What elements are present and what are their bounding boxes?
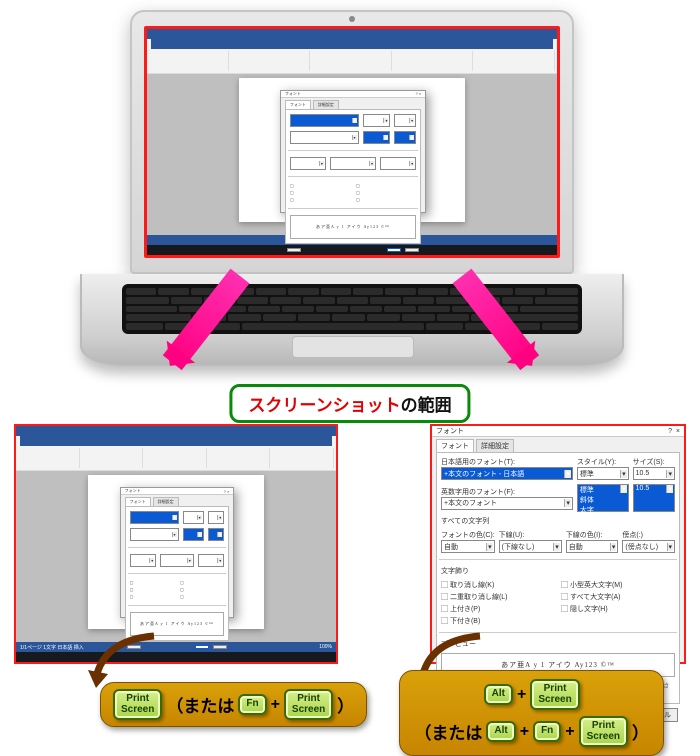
style-label: スタイル(Y): xyxy=(577,457,629,467)
chk-dstrike[interactable]: 二重取り消し線(L) xyxy=(441,592,555,602)
effects-label: 文字飾り xyxy=(441,566,675,576)
emphasis-select[interactable]: (傍点なし) xyxy=(622,540,675,553)
jp-font-label: 日本語用のフォント(T): xyxy=(441,457,573,467)
plus-icon: + xyxy=(271,696,280,714)
underline-color-select[interactable]: 自動 xyxy=(566,540,619,553)
laptop-screen-frame: フォント? × フォント詳細設定 xyxy=(130,10,574,274)
size-input[interactable]: 10.5 xyxy=(633,467,675,480)
key-printscreen: PrintScreen xyxy=(113,689,162,720)
plus-icon: + xyxy=(520,723,529,741)
size-list[interactable]: 10.5 xyxy=(633,484,675,512)
style-input[interactable]: 標準 xyxy=(577,467,629,480)
size-label: サイズ(S): xyxy=(633,457,675,467)
style-list[interactable]: 標準斜体太字 xyxy=(577,484,629,512)
dialog-titlebar: フォント ? × xyxy=(432,426,684,437)
underline-select[interactable]: (下線なし) xyxy=(499,540,562,553)
key-fn: Fn xyxy=(533,721,561,742)
font-dialog-thumb: フォント? × フォント詳細設定 xyxy=(280,90,426,213)
active-window-capture-result: フォント ? × フォント 詳細設定 日本語用のフォント(T): +本文のフォン… xyxy=(430,424,686,664)
key-alt: Alt xyxy=(486,721,515,742)
key-printscreen: PrintScreen xyxy=(284,689,333,720)
key-fn: Fn xyxy=(238,694,266,715)
font-color-select[interactable]: 自動 xyxy=(441,540,495,553)
figure-canvas: フォント? × フォント詳細設定 xyxy=(10,10,690,736)
window-controls[interactable]: ? × xyxy=(668,428,680,435)
chk-sub[interactable]: 下付き(B) xyxy=(441,616,555,626)
text-close: ） xyxy=(632,719,649,744)
chk-strike[interactable]: 取り消し線(K) xyxy=(441,580,555,590)
caption-rest: の範囲 xyxy=(401,396,452,415)
all-text-label: すべての文字列 xyxy=(441,516,675,526)
keycombo-fullscreen: PrintScreen （または Fn + PrintScreen ） xyxy=(100,682,367,727)
jp-font-select[interactable]: +本文のフォント - 日本語 xyxy=(441,467,573,480)
key-printscreen: PrintScreen xyxy=(579,716,628,747)
text-or-open: （または xyxy=(166,692,234,717)
tab-font[interactable]: フォント xyxy=(436,439,474,452)
caption-badge: スクリーンショットの範囲 xyxy=(229,384,470,423)
chk-super[interactable]: 上付き(P) xyxy=(441,604,555,614)
word-window-thumb: フォント? × フォント詳細設定 xyxy=(147,29,557,255)
plus-icon: + xyxy=(565,723,574,741)
western-font-label: 英数字用のフォント(F): xyxy=(441,487,573,497)
caption-highlight: スクリーンショット xyxy=(248,396,400,415)
tab-advanced[interactable]: 詳細設定 xyxy=(476,439,514,452)
chk-hidden[interactable]: 隠し文字(H) xyxy=(561,604,675,614)
text-or-open: （または xyxy=(414,719,482,744)
plus-icon: + xyxy=(517,686,526,704)
dialog-title: フォント xyxy=(436,426,464,436)
keycombo-activewindow: Alt + PrintScreen （または Alt + Fn + PrintS… xyxy=(399,670,664,756)
text-close: ） xyxy=(337,692,354,717)
chk-smallcaps[interactable]: 小型英大文字(M) xyxy=(561,580,675,590)
western-font-select[interactable]: +本文のフォント xyxy=(441,497,573,510)
fullscreen-capture-result: フォント? × フォント詳細設定 あア亜A y 1 アイウ Ay123 ©™ xyxy=(14,424,338,664)
chk-allcaps[interactable]: すべて大文字(A) xyxy=(561,592,675,602)
key-printscreen: PrintScreen xyxy=(530,679,579,710)
laptop-screen-highlight: フォント? × フォント詳細設定 xyxy=(144,26,560,258)
key-alt: Alt xyxy=(484,684,513,705)
